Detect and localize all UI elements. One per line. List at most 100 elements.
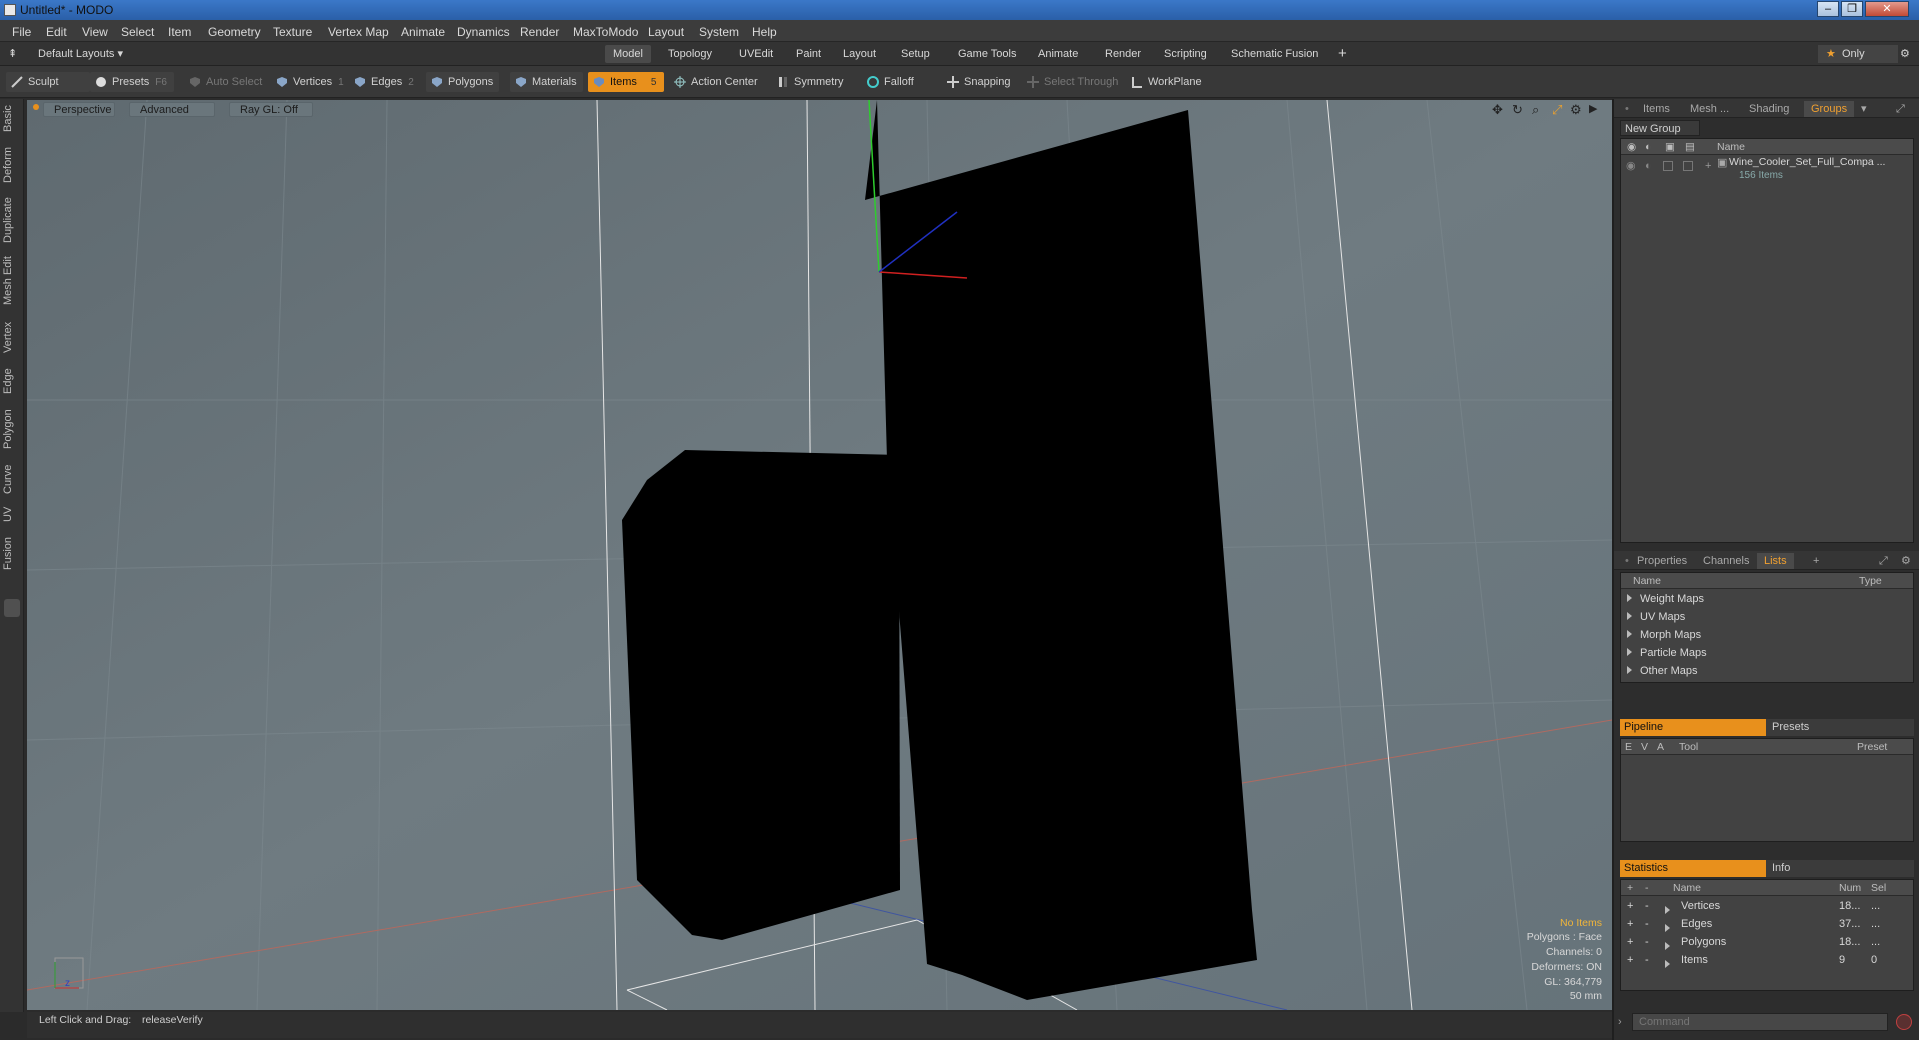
vtab-duplicate[interactable]: Duplicate: [2, 195, 22, 245]
tab-game-tools[interactable]: Game Tools: [950, 45, 1025, 63]
close-button[interactable]: ✕: [1865, 1, 1909, 17]
stats-add-button[interactable]: +: [1627, 951, 1633, 969]
menu-edit[interactable]: Edit: [46, 25, 67, 39]
vtab-fusion[interactable]: Fusion: [2, 533, 22, 573]
stats-row-vertices[interactable]: + - Vertices 18... ...: [1621, 897, 1913, 915]
record-icon[interactable]: [1896, 1014, 1912, 1030]
stats-remove-button[interactable]: -: [1645, 951, 1649, 969]
menu-select[interactable]: Select: [121, 25, 154, 39]
viewport-gear-icon[interactable]: ⚙: [1570, 102, 1582, 118]
fit-view-icon[interactable]: ⤢: [1552, 102, 1562, 118]
stats-row-edges[interactable]: + - Edges 37... ...: [1621, 915, 1913, 933]
falloff-button[interactable]: Falloff: [862, 72, 920, 92]
tab-model[interactable]: Model: [605, 45, 651, 63]
tab-channels[interactable]: Channels: [1696, 553, 1756, 569]
tab-groups[interactable]: Groups: [1804, 101, 1855, 117]
menu-help[interactable]: Help: [752, 25, 777, 39]
lists-expand-icon[interactable]: ⤢: [1872, 553, 1895, 569]
gear-icon[interactable]: ⚙: [1892, 45, 1918, 63]
menu-item[interactable]: Item: [168, 25, 191, 39]
tab-mesh[interactable]: Mesh ...: [1683, 101, 1736, 117]
command-input[interactable]: [1632, 1013, 1888, 1031]
presets-button[interactable]: Presets F6: [90, 72, 174, 92]
vtab-deform[interactable]: Deform: [2, 145, 22, 185]
tab-statistics[interactable]: Statistics: [1620, 860, 1766, 877]
groups-expand-icon[interactable]: ⤢: [1889, 101, 1912, 117]
tab-setup[interactable]: Setup: [893, 45, 938, 63]
menu-dynamics[interactable]: Dynamics: [457, 25, 510, 39]
tab-uvedit[interactable]: UVEdit: [731, 45, 781, 63]
edges-button[interactable]: Edges 2: [349, 72, 420, 92]
expand-arrow-icon[interactable]: [1627, 612, 1632, 620]
menu-layout[interactable]: Layout: [648, 25, 684, 39]
materials-button[interactable]: Materials: [510, 72, 583, 92]
tab-scripting[interactable]: Scripting: [1156, 45, 1215, 63]
vtab-uv[interactable]: UV: [2, 503, 22, 525]
perspective-dropdown[interactable]: Perspective: [43, 102, 115, 117]
symmetry-button[interactable]: Symmetry: [772, 72, 850, 92]
maximize-button[interactable]: ❐: [1841, 1, 1863, 17]
zoom-view-icon[interactable]: ⌕: [1532, 102, 1539, 118]
default-layouts-dropdown[interactable]: Default Layouts ▾: [30, 45, 131, 63]
expand-arrow-icon[interactable]: [1627, 666, 1632, 674]
new-group-button[interactable]: New Group: [1620, 120, 1700, 136]
stats-remove-button[interactable]: -: [1645, 897, 1649, 915]
vtab-polygon[interactable]: Polygon: [2, 405, 22, 453]
vtab-edge[interactable]: Edge: [2, 365, 22, 397]
snapping-button[interactable]: Snapping: [942, 72, 1017, 92]
panel-menu-dot[interactable]: •: [1618, 101, 1636, 117]
tab-animate[interactable]: Animate: [1030, 45, 1086, 63]
stats-row-items[interactable]: + - Items 9 0: [1621, 951, 1913, 969]
lists-add-tab[interactable]: +: [1806, 553, 1826, 569]
group-select-checkbox[interactable]: [1683, 161, 1693, 171]
menu-system[interactable]: System: [699, 25, 739, 39]
viewport-more-icon[interactable]: ▶: [1589, 102, 1597, 115]
menu-geometry[interactable]: Geometry: [208, 25, 261, 39]
expand-arrow-icon[interactable]: [1665, 956, 1678, 974]
group-visibility-icon[interactable]: ◉: [1626, 157, 1636, 175]
vtab-curve[interactable]: Curve: [2, 461, 22, 497]
vertices-button[interactable]: Vertices 1: [271, 72, 350, 92]
menu-file[interactable]: File: [12, 25, 31, 39]
tab-info[interactable]: Info: [1766, 860, 1914, 877]
vtab-mesh-edit[interactable]: Mesh Edit: [2, 255, 22, 307]
polygons-button[interactable]: Polygons: [426, 72, 500, 92]
vtab-vertex[interactable]: Vertex: [2, 317, 22, 357]
items-button[interactable]: Items 5: [588, 72, 664, 92]
tab-lists[interactable]: Lists: [1757, 553, 1794, 569]
tab-paint[interactable]: Paint: [788, 45, 829, 63]
list-item-weight-maps[interactable]: Weight Maps: [1627, 590, 1704, 608]
minimize-button[interactable]: –: [1817, 1, 1839, 17]
add-tab-button[interactable]: +: [1330, 45, 1355, 63]
groups-dropdown-icon[interactable]: ▾: [1854, 101, 1874, 117]
only-toggle[interactable]: ★ Only: [1818, 45, 1898, 63]
action-center-button[interactable]: Action Center: [669, 72, 764, 92]
menu-animate[interactable]: Animate: [401, 25, 445, 39]
tab-topology[interactable]: Topology: [660, 45, 720, 63]
stats-remove-button[interactable]: -: [1645, 915, 1649, 933]
tab-pipeline[interactable]: Pipeline: [1620, 719, 1766, 736]
menu-vertex-map[interactable]: Vertex Map: [328, 25, 389, 39]
list-item-particle-maps[interactable]: Particle Maps: [1627, 644, 1707, 662]
tab-render[interactable]: Render: [1097, 45, 1149, 63]
move-view-icon[interactable]: ✥: [1492, 102, 1503, 118]
group-row[interactable]: ◉ ◐ + ▣ Wine_Cooler_Set_Full_Compa ... 1…: [1621, 156, 1913, 189]
tab-items[interactable]: Items: [1636, 101, 1677, 117]
tab-presets[interactable]: Presets: [1766, 719, 1914, 736]
viewport-menu-dot[interactable]: [33, 104, 39, 110]
tab-properties[interactable]: Properties: [1630, 553, 1694, 569]
layout-arrow-icon[interactable]: ⇞: [4, 45, 21, 63]
lists-gear-icon[interactable]: ⚙: [1894, 553, 1918, 569]
rotate-view-icon[interactable]: ↻: [1512, 102, 1523, 118]
select-through-button[interactable]: Select Through: [1022, 72, 1124, 92]
list-item-other-maps[interactable]: Other Maps: [1627, 662, 1697, 680]
stats-add-button[interactable]: +: [1627, 915, 1633, 933]
menu-view[interactable]: View: [82, 25, 108, 39]
group-lock-checkbox[interactable]: [1663, 161, 1673, 171]
tab-layout[interactable]: Layout: [835, 45, 884, 63]
list-item-uv-maps[interactable]: UV Maps: [1627, 608, 1685, 626]
stats-add-button[interactable]: +: [1627, 897, 1633, 915]
expand-arrow-icon[interactable]: [1627, 594, 1632, 602]
tab-shading[interactable]: Shading: [1742, 101, 1796, 117]
menu-render[interactable]: Render: [520, 25, 559, 39]
